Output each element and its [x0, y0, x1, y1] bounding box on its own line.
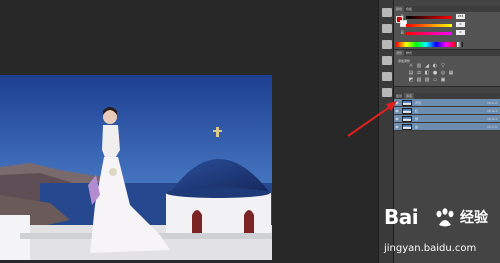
channel-row[interactable]: ◉ 绿 Ctrl+4: [394, 115, 500, 123]
tab-color[interactable]: 颜色: [394, 6, 405, 12]
slider-g-track[interactable]: [406, 24, 452, 27]
baidu-watermark: Bai 经验 jingyan.baidu.com: [380, 205, 500, 261]
brush-icon[interactable]: [382, 24, 392, 33]
baidu-paw-logo: [436, 208, 454, 227]
color-balance-icon[interactable]: ⚖: [416, 71, 422, 76]
color-spectrum-bw[interactable]: [457, 42, 463, 47]
properties-icon[interactable]: [382, 88, 392, 97]
tab-adjustments[interactable]: 调整: [394, 50, 405, 56]
gradient-map-icon[interactable]: ▭: [432, 78, 438, 83]
paragraph-icon[interactable]: [382, 56, 392, 65]
threshold-icon[interactable]: ▨: [424, 78, 430, 83]
channel-shortcut: Ctrl+5: [487, 124, 497, 129]
selective-color-icon[interactable]: ▣: [440, 78, 446, 83]
levels-icon[interactable]: ▥: [416, 64, 422, 69]
black-white-icon[interactable]: ◧: [424, 71, 430, 76]
invert-icon[interactable]: ◩: [408, 78, 414, 83]
exposure-icon[interactable]: ◐: [432, 64, 438, 69]
color-lookup-icon[interactable]: ▦: [448, 71, 454, 76]
eye-icon[interactable]: ◉: [394, 100, 400, 105]
eye-icon[interactable]: ◉: [394, 124, 400, 129]
slider-g[interactable]: G 0: [401, 22, 466, 27]
channel-mixer-icon[interactable]: ◎: [440, 71, 446, 76]
slider-r-value[interactable]: 255: [456, 14, 465, 19]
color-panel: 颜色 色板 R 255 G 0 B 0: [394, 6, 500, 50]
eye-icon[interactable]: ◉: [394, 116, 400, 121]
hue-saturation-icon[interactable]: ▤: [408, 71, 414, 76]
slider-b[interactable]: B 0: [401, 30, 466, 35]
slider-r[interactable]: R 255: [401, 14, 466, 19]
channel-shortcut: Ctrl+2: [487, 100, 497, 105]
photo-canvas[interactable]: [0, 75, 272, 260]
watermark-brand: Bai: [384, 205, 419, 229]
canvas-area[interactable]: [0, 0, 378, 263]
photo-filter-icon[interactable]: ●: [432, 71, 438, 76]
eye-icon[interactable]: ◉: [394, 108, 400, 113]
channel-row[interactable]: ◉ 红 Ctrl+3: [394, 107, 500, 115]
channel-name: 绿: [415, 116, 419, 121]
adjustments-panel: 调整 样式 添加调整 ☼ ▥ ◢ ◐ ▽ ▤ ⚖ ◧ ● ◎ ▦ ◩ ▧ ▨ ▭…: [394, 50, 500, 87]
tab-swatches[interactable]: 色板: [404, 6, 414, 12]
channel-name: 红: [415, 108, 419, 113]
channel-shortcut: Ctrl+3: [487, 108, 497, 113]
channel-thumbnail: [402, 99, 412, 106]
wedding-photo: [0, 75, 272, 260]
slider-g-value[interactable]: 0: [456, 22, 465, 27]
channel-row[interactable]: ◉ 蓝 Ctrl+5: [394, 123, 500, 131]
vibrance-icon[interactable]: ▽: [440, 64, 446, 69]
channel-name: 背景: [415, 100, 422, 105]
slider-r-track[interactable]: [406, 16, 452, 19]
posterize-icon[interactable]: ▧: [416, 78, 422, 83]
curves-icon[interactable]: ◢: [424, 64, 430, 69]
adjustments-icon-grid: ☼ ▥ ◢ ◐ ▽ ▤ ⚖ ◧ ● ◎ ▦ ◩ ▧ ▨ ▭ ▣: [408, 64, 468, 85]
brightness-icon[interactable]: ☼: [408, 64, 414, 69]
channel-row[interactable]: ◉ 背景 Ctrl+2: [394, 99, 500, 107]
info-icon[interactable]: [382, 72, 392, 81]
watermark-url: jingyan.baidu.com: [384, 243, 477, 254]
channel-shortcut: Ctrl+4: [487, 116, 497, 121]
slider-b-track[interactable]: [406, 32, 452, 35]
character-icon[interactable]: [382, 40, 392, 49]
color-spectrum[interactable]: [396, 42, 456, 47]
history-icon[interactable]: [382, 8, 392, 17]
layers-panel: 图层 通道 ◉ 背景 Ctrl+2 ◉ 红 Ctrl+3 ◉ 绿 Ctrl+4 …: [394, 93, 500, 131]
slider-b-value[interactable]: 0: [456, 30, 465, 35]
tab-styles[interactable]: 样式: [404, 50, 414, 56]
channel-thumbnail: [402, 107, 412, 114]
adjustments-panel-tabs: 调整 样式: [394, 50, 500, 56]
channel-name: 蓝: [415, 124, 419, 129]
channel-thumbnail: [402, 115, 412, 122]
channel-thumbnail: [402, 123, 412, 130]
color-panel-tabs: 颜色 色板: [394, 6, 500, 12]
watermark-suffix: 经验: [460, 210, 488, 226]
